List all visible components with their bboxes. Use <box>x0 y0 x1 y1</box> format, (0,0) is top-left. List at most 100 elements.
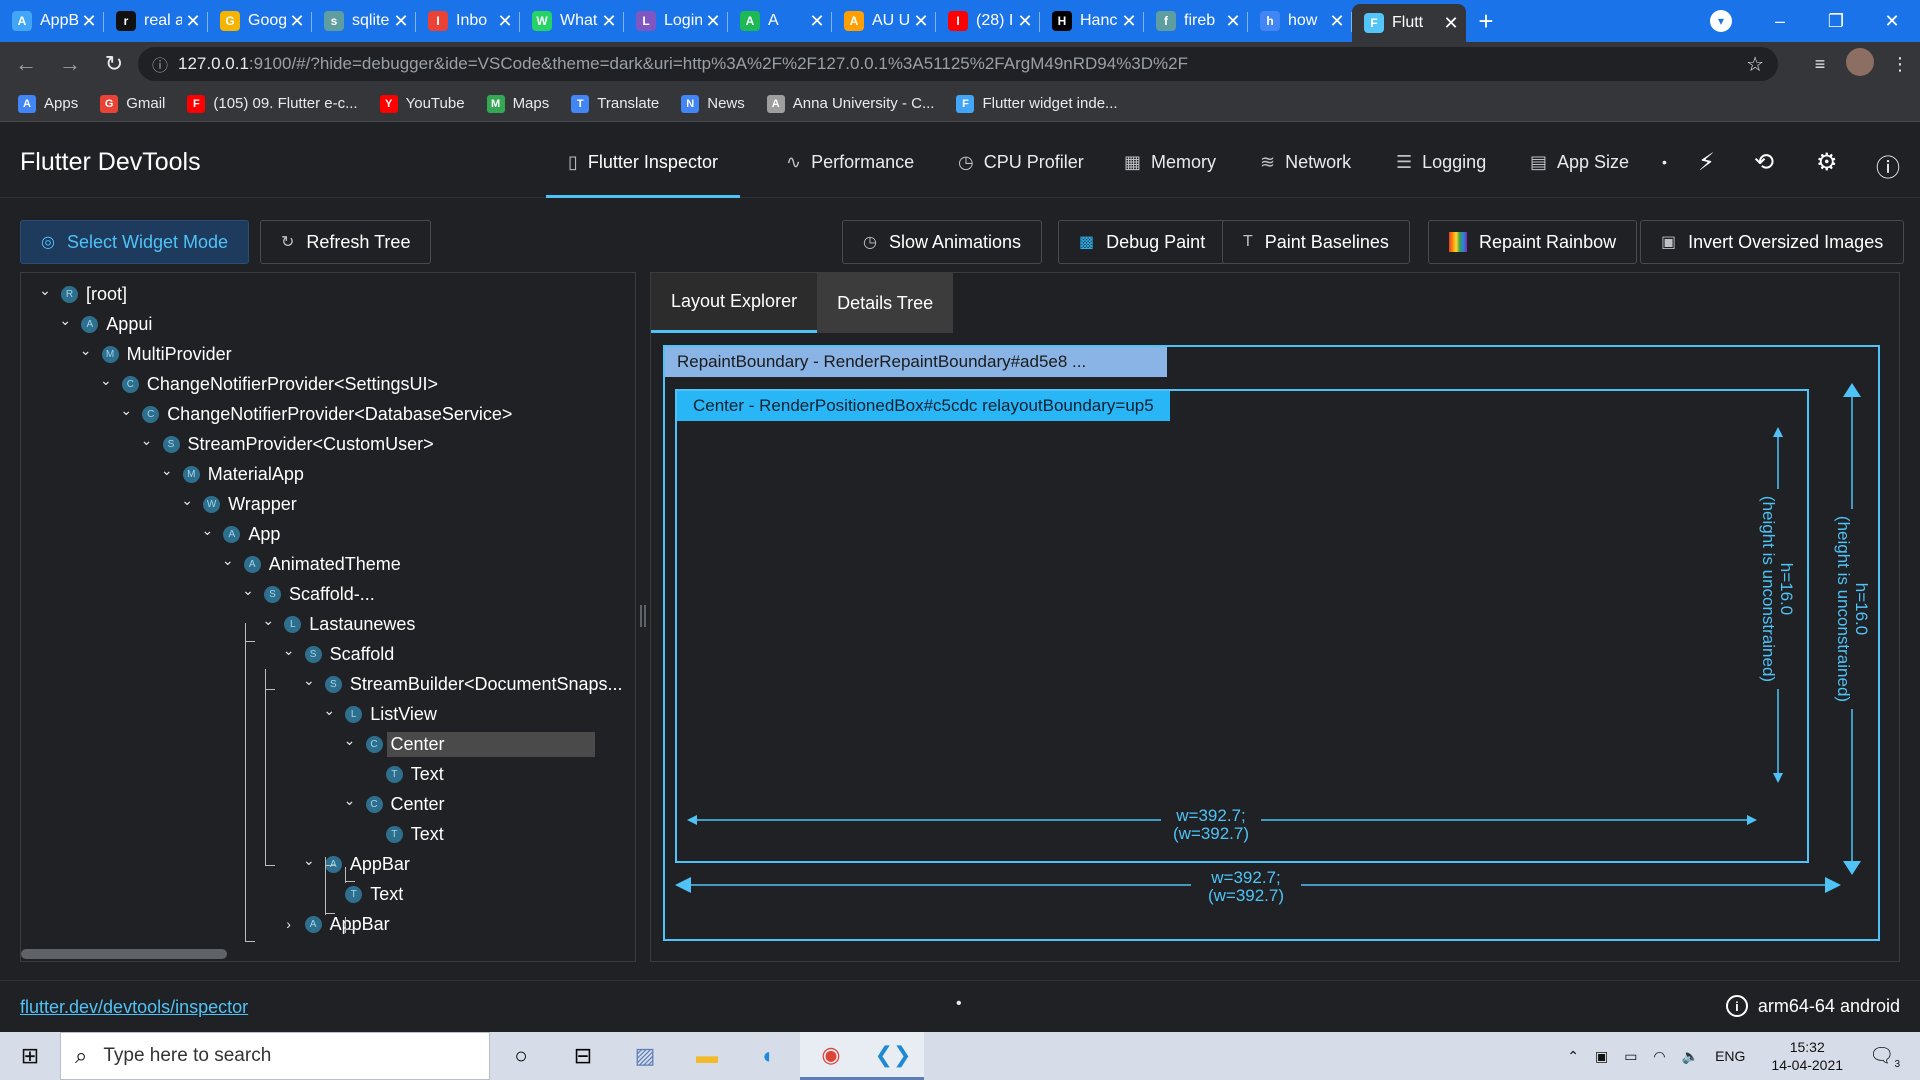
hot-restart-icon[interactable]: ⟲ <box>1754 148 1774 177</box>
bookmark-item[interactable]: F Flutter widget inde... <box>956 94 1118 113</box>
reload-icon[interactable]: ↻ <box>96 51 132 77</box>
input-language[interactable]: ENG <box>1715 1048 1745 1064</box>
tree-node[interactable]: T Text <box>360 821 444 847</box>
browser-tab[interactable]: s sqlite ✕ <box>312 0 416 42</box>
tray-overflow-icon[interactable]: ⌃ <box>1567 1048 1579 1065</box>
chevron-down-icon[interactable]: ⌄ <box>157 462 177 479</box>
chevron-down-icon[interactable]: ⌄ <box>340 792 360 809</box>
tree-node[interactable]: ⌄ A AnimatedTheme <box>218 551 401 577</box>
chevron-down-icon[interactable]: ⌄ <box>35 282 55 299</box>
maximize-icon[interactable]: ❐ <box>1808 11 1864 32</box>
close-tab-icon[interactable]: ✕ <box>390 11 412 32</box>
browser-tab[interactable]: I Inbo ✕ <box>416 0 520 42</box>
tree-node[interactable]: ⌄ A App <box>197 521 281 547</box>
tree-node[interactable]: ⌄ C Center <box>340 731 595 757</box>
notifications-icon[interactable]: 🗨3 <box>1869 1043 1900 1070</box>
start-icon[interactable]: ⊞ <box>0 1032 60 1080</box>
photos-icon[interactable]: ▨ <box>614 1032 676 1080</box>
close-tab-icon[interactable]: ✕ <box>1014 11 1036 32</box>
tab-layout-explorer[interactable]: Layout Explorer <box>651 273 818 333</box>
chevron-down-icon[interactable]: ⌄ <box>279 642 299 659</box>
profile-avatar[interactable] <box>1840 47 1880 81</box>
close-tab-icon[interactable]: ✕ <box>1222 11 1244 32</box>
tree-node[interactable]: ⌄ M MaterialApp <box>157 461 304 487</box>
tab-flutter-inspector[interactable]: ▯ Flutter Inspector <box>546 126 740 198</box>
layout-explorer-inner-box[interactable]: Center - RenderPositionedBox#c5cdc relay… <box>675 389 1809 863</box>
bookmark-item[interactable]: F (105) 09. Flutter e-c... <box>187 94 358 113</box>
chevron-down-icon[interactable]: ⌄ <box>218 552 238 569</box>
settings-icon[interactable]: ⚙ <box>1816 148 1838 177</box>
chevron-down-icon[interactable]: ⌄ <box>177 492 197 509</box>
tree-node[interactable]: ⌄ W Wrapper <box>177 491 297 517</box>
tab-network[interactable]: ≋ Network <box>1260 126 1351 198</box>
bookmark-item[interactable]: T Translate <box>571 94 659 113</box>
browser-tab[interactable]: f fireb ✕ <box>1144 0 1248 42</box>
address-bar[interactable]: ⓘ 127.0.0.1:9100/#/?hide=debugger&ide=VS… <box>138 47 1778 81</box>
paint-baselines-button[interactable]: T Paint Baselines <box>1222 220 1410 264</box>
chevron-down-icon[interactable]: ⌄ <box>299 672 319 689</box>
battery-icon[interactable]: ▭ <box>1624 1048 1637 1065</box>
tree-node[interactable]: › A AppBar <box>279 911 389 937</box>
browser-tab[interactable]: A AU U ✕ <box>832 0 936 42</box>
task-view-icon[interactable]: ○ <box>490 1032 552 1080</box>
chevron-down-icon[interactable]: ⌄ <box>340 732 360 749</box>
browser-tab[interactable]: L Login ✕ <box>624 0 728 42</box>
tab-cpu-profiler[interactable]: ◷ CPU Profiler <box>958 126 1084 198</box>
tree-node[interactable]: ⌄ S StreamBuilder<DocumentSnaps... <box>299 671 623 697</box>
chevron-down-icon[interactable]: ⌄ <box>137 432 157 449</box>
chevron-down-icon[interactable]: ⌄ <box>197 522 217 539</box>
tree-node[interactable]: ⌄ R [root] <box>35 281 127 307</box>
close-window-icon[interactable]: ✕ <box>1864 11 1920 32</box>
tab-performance[interactable]: ∿ Performance <box>786 126 914 198</box>
tree-node[interactable]: ⌄ C Center <box>340 791 445 817</box>
close-tab-icon[interactable]: ✕ <box>182 11 204 32</box>
tree-node[interactable]: T Text <box>360 761 444 787</box>
repaint-rainbow-button[interactable]: ▮ Repaint Rainbow <box>1428 220 1638 264</box>
edge-icon[interactable]: ◐ <box>738 1032 800 1080</box>
tree-node[interactable]: ⌄ S Scaffold <box>279 641 395 667</box>
browser-tab[interactable]: h how ✕ <box>1248 0 1352 42</box>
bookmark-item[interactable]: A Apps <box>18 94 78 113</box>
tree-horizontal-scrollbar[interactable] <box>21 949 227 959</box>
tree-node[interactable]: ⌄ S StreamProvider<CustomUser> <box>137 431 434 457</box>
forward-icon[interactable]: → <box>52 51 88 77</box>
tree-node[interactable]: ⌄ L Lastaunewes <box>258 611 415 637</box>
tree-node[interactable]: ⌄ C ChangeNotifierProvider<SettingsUI> <box>96 371 438 397</box>
chevron-down-icon[interactable]: ⌄ <box>319 702 339 719</box>
close-tab-icon[interactable]: ✕ <box>806 11 828 32</box>
more-menu-icon[interactable]: ⋮ <box>1880 54 1920 75</box>
reading-list-icon[interactable]: ≡ <box>1800 54 1840 75</box>
help-icon[interactable]: ⓘ <box>1876 148 1900 183</box>
tree-node[interactable]: T Text <box>319 881 403 907</box>
close-tab-icon[interactable]: ✕ <box>702 11 724 32</box>
outer-box-label[interactable]: RepaintBoundary - RenderRepaintBoundary#… <box>665 347 1167 377</box>
tab-logging[interactable]: ☰ Logging <box>1396 126 1486 198</box>
file-explorer-icon[interactable]: ▬ <box>676 1032 738 1080</box>
tree-node[interactable]: ⌄ S Scaffold-... <box>238 581 375 607</box>
bookmark-item[interactable]: G Gmail <box>100 94 165 113</box>
widget-tree[interactable]: ⌄ R [root] ⌄ A Appui ⌄ M MultiProvider ⌄ C ChangeNo… <box>20 272 636 962</box>
chrome-icon[interactable]: ◉ <box>800 1032 862 1080</box>
new-tab-icon[interactable]: + <box>1466 6 1506 37</box>
chevron-down-icon[interactable]: ⌄ <box>96 372 116 389</box>
browser-tab[interactable]: A A ✕ <box>728 0 832 42</box>
chevron-down-icon[interactable]: ⌄ <box>299 852 319 869</box>
debug-paint-button[interactable]: ▩ Debug Paint <box>1058 220 1227 264</box>
bookmark-star-icon[interactable]: ☆ <box>1746 52 1764 77</box>
browser-tab[interactable]: r real a ✕ <box>104 0 208 42</box>
tree-node[interactable]: ⌄ A AppBar <box>299 851 410 877</box>
device-info[interactable]: i arm64-64 android <box>1725 995 1900 1017</box>
tree-node[interactable]: ⌄ A Appui <box>55 311 152 337</box>
chevron-down-icon[interactable]: ⌄ <box>76 342 96 359</box>
close-tab-icon[interactable]: ✕ <box>494 11 516 32</box>
browser-tab[interactable]: W What ✕ <box>520 0 624 42</box>
close-tab-icon[interactable]: ✕ <box>286 11 308 32</box>
close-tab-icon[interactable]: ✕ <box>910 11 932 32</box>
volume-icon[interactable]: 🔈 <box>1682 1048 1699 1065</box>
multitask-icon[interactable]: ⊟ <box>552 1032 614 1080</box>
chevron-down-icon[interactable]: ⌄ <box>55 312 75 329</box>
inner-box-label[interactable]: Center - RenderPositionedBox#c5cdc relay… <box>677 391 1170 421</box>
select-widget-mode-button[interactable]: ◎ Select Widget Mode <box>20 220 250 264</box>
invert-oversized-images-button[interactable]: ▣ Invert Oversized Images <box>1640 220 1905 264</box>
browser-tab[interactable]: H Hanc ✕ <box>1040 0 1144 42</box>
